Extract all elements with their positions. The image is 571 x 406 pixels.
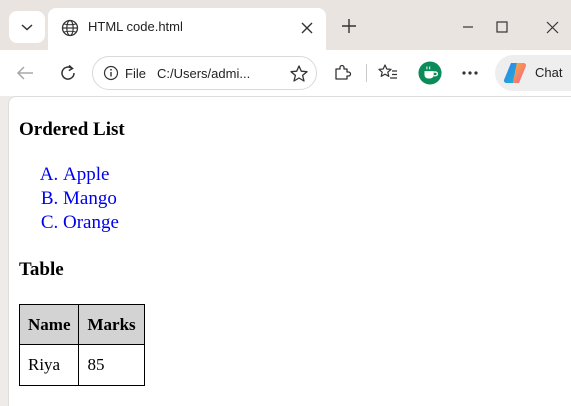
minimize-button[interactable] bbox=[456, 15, 480, 39]
table-heading: Table bbox=[19, 259, 64, 280]
file-scheme-label: File bbox=[125, 66, 146, 81]
window-close-icon bbox=[546, 21, 558, 33]
new-tab-button[interactable] bbox=[336, 13, 362, 39]
table-row: Riya 85 bbox=[18, 344, 145, 386]
browser-tab[interactable]: HTML code.html bbox=[48, 8, 326, 50]
list-item: Apple bbox=[63, 163, 145, 187]
maximize-button[interactable] bbox=[490, 15, 514, 39]
browser-toolbar: File C:/Users/admi... Chat bbox=[0, 50, 571, 96]
ordered-list-heading: Ordered List bbox=[19, 119, 125, 140]
tab-title: HTML code.html bbox=[88, 19, 183, 34]
extensions-button[interactable] bbox=[330, 61, 354, 85]
copilot-chat-label: Chat bbox=[535, 65, 563, 80]
globe-icon bbox=[61, 19, 79, 37]
list-item: Orange bbox=[63, 211, 145, 235]
tab-actions-chevron-icon bbox=[21, 24, 33, 31]
back-arrow-icon bbox=[16, 66, 33, 80]
column-header-name: Name bbox=[18, 304, 80, 345]
tab-strip: HTML code.html bbox=[0, 0, 571, 50]
fruit-ordered-list: Apple Mango Orange bbox=[19, 163, 145, 235]
column-header-marks: Marks bbox=[78, 304, 145, 345]
copilot-icon bbox=[503, 63, 527, 83]
table-header-row: Name Marks bbox=[18, 304, 145, 345]
address-url[interactable]: C:/Users/admi... bbox=[157, 66, 250, 81]
reload-icon bbox=[61, 64, 75, 80]
table-cell-name: Riya bbox=[18, 344, 80, 386]
profile-button[interactable] bbox=[418, 61, 442, 85]
page-viewport: Ordered List Apple Mango Orange Table Na… bbox=[8, 96, 571, 406]
maximize-icon bbox=[496, 21, 508, 33]
close-icon bbox=[301, 22, 313, 34]
reload-button[interactable] bbox=[55, 60, 81, 86]
tab-close-button[interactable] bbox=[296, 17, 318, 39]
back-button[interactable] bbox=[12, 60, 38, 86]
copilot-chat-button[interactable]: Chat bbox=[495, 55, 571, 91]
plus-icon bbox=[342, 19, 356, 33]
star-icon[interactable] bbox=[289, 64, 309, 84]
page-content: Ordered List Apple Mango Orange Table Na… bbox=[18, 119, 145, 386]
favorites-icon bbox=[378, 64, 397, 79]
extensions-puzzle-icon bbox=[335, 64, 352, 80]
toolbar-separator bbox=[366, 64, 367, 82]
tab-actions-button[interactable] bbox=[9, 11, 45, 43]
more-dots-icon bbox=[462, 71, 478, 75]
more-button[interactable] bbox=[458, 61, 482, 85]
info-icon[interactable] bbox=[103, 65, 119, 81]
address-bar[interactable]: File C:/Users/admi... bbox=[92, 56, 317, 90]
minimize-icon bbox=[463, 26, 473, 28]
profile-avatar-icon bbox=[418, 61, 442, 85]
favorites-button[interactable] bbox=[376, 61, 400, 85]
list-item: Mango bbox=[63, 187, 145, 211]
window-close-button[interactable] bbox=[540, 15, 564, 39]
marks-table: Name Marks Riya 85 bbox=[18, 304, 145, 386]
table-cell-marks: 85 bbox=[78, 344, 145, 386]
